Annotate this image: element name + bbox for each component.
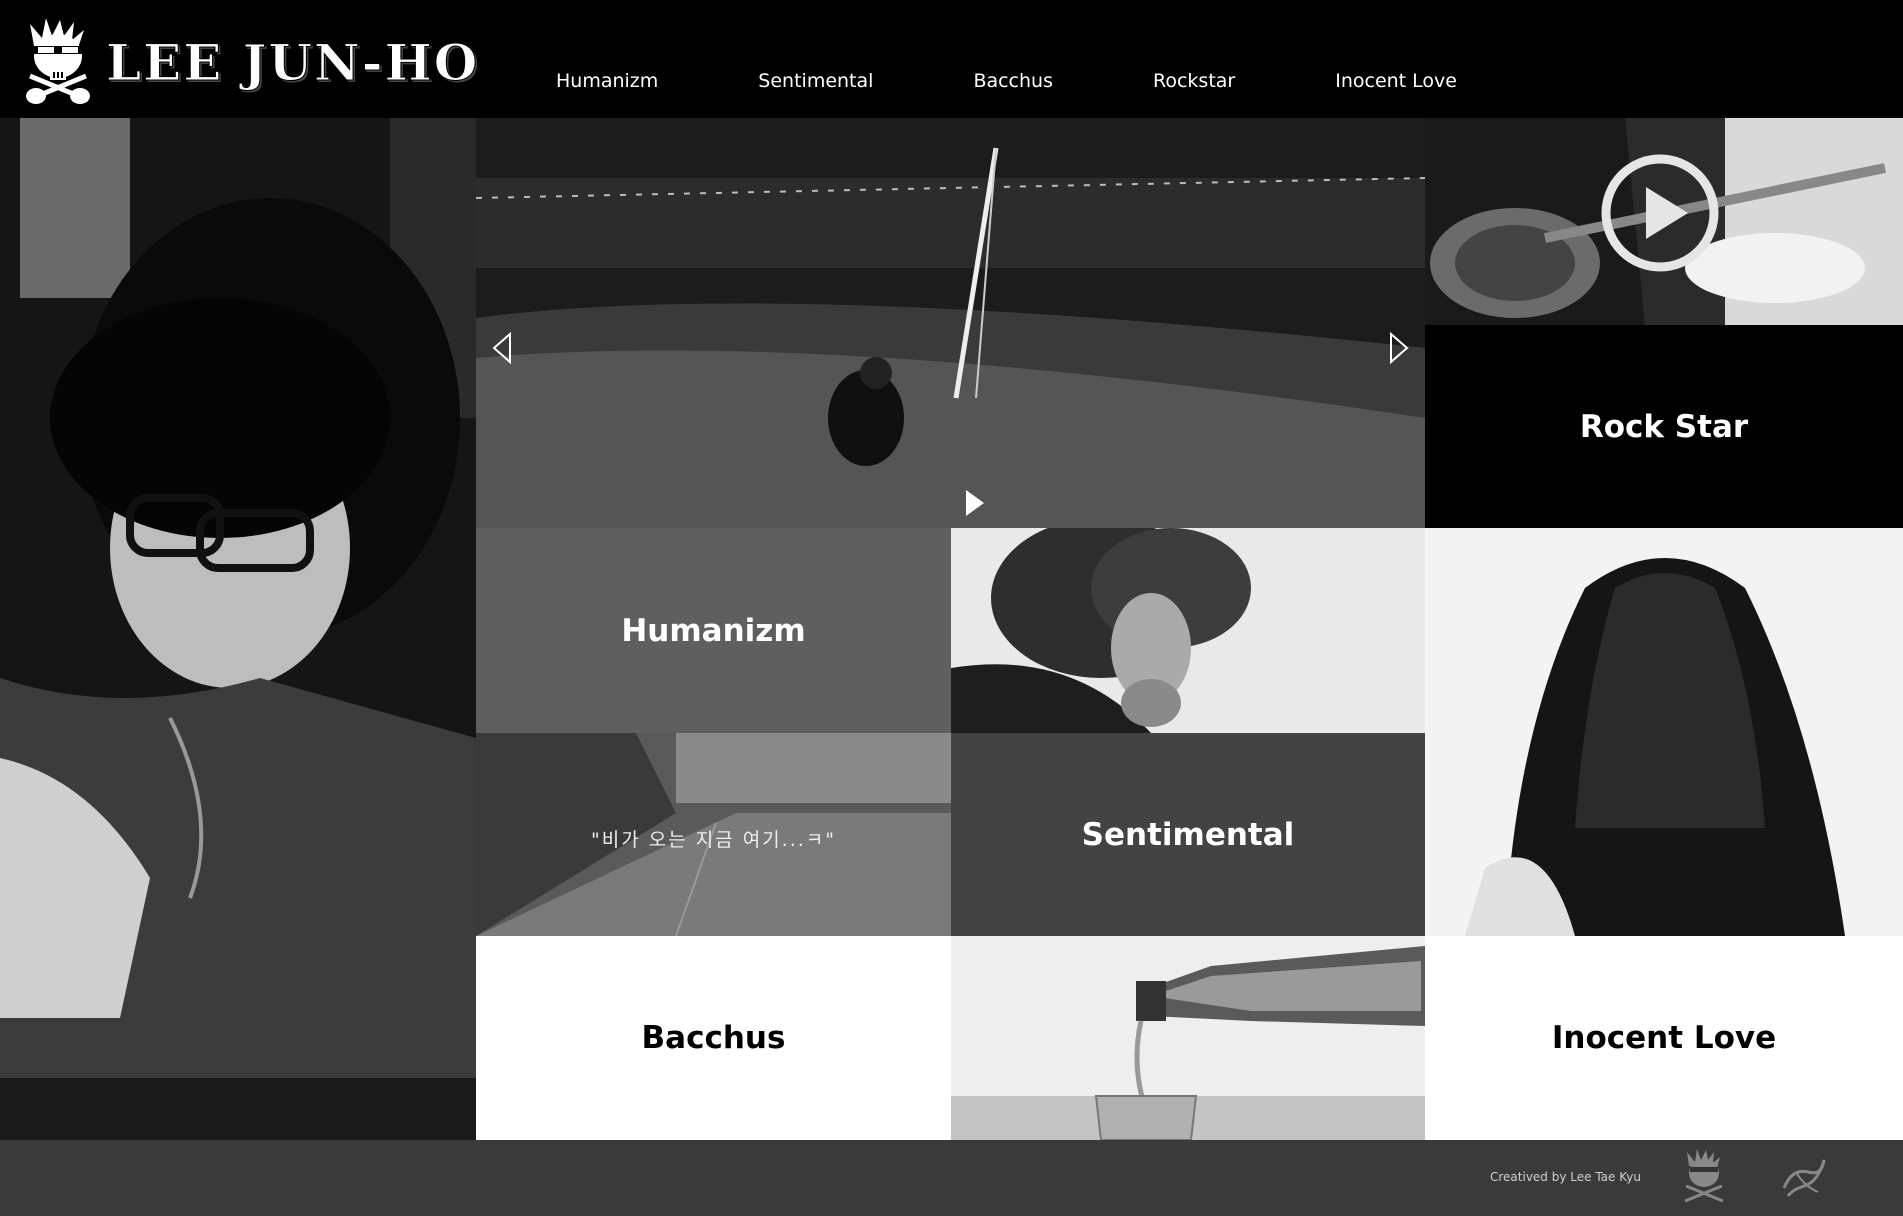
rain-caption: "비가 오는 지금 여기...ㅋ" (590, 829, 837, 851)
nav-bacchus[interactable]: Bacchus (973, 70, 1053, 92)
slider-next-button[interactable] (1385, 328, 1415, 368)
logo-title: LEE JUN-HO (105, 32, 480, 92)
portrait-photo (0, 118, 476, 1140)
rockstar-title: Rock Star (1579, 408, 1749, 445)
rockstar-tile[interactable]: Rock Star (1425, 325, 1903, 528)
nav-inocent-love[interactable]: Inocent Love (1335, 70, 1457, 92)
bacchus-tile[interactable]: Bacchus (476, 936, 951, 1140)
rain-photo[interactable]: "비가 오는 지금 여기...ㅋ" (476, 733, 951, 936)
bacchus-photo[interactable] (951, 936, 1425, 1140)
inocent-love-photo[interactable] (1425, 528, 1903, 936)
humanizm-title: Humanizm (621, 612, 806, 649)
signature-logo-icon[interactable] (1778, 1152, 1830, 1204)
humanizm-photo[interactable] (951, 528, 1425, 733)
site-logo[interactable]: LEE JUN-HO (20, 16, 479, 108)
nav-humanizm[interactable]: Humanizm (556, 70, 658, 92)
bacchus-title: Bacchus (641, 1020, 786, 1056)
nav-sentimental[interactable]: Sentimental (758, 70, 873, 92)
play-circle-icon[interactable] (1600, 153, 1720, 273)
portrait-illustration (0, 118, 476, 1140)
skull-guitar-icon (26, 18, 90, 104)
slider-image (476, 118, 1425, 528)
long-hair-photo (1425, 528, 1903, 936)
pouring-bottle-photo (951, 936, 1425, 1140)
praying-woman-photo (951, 528, 1425, 733)
slider-prev-button[interactable] (486, 328, 516, 368)
footer-credit: Creatived by Lee Tae Kyu (1490, 1170, 1641, 1184)
sentimental-tile[interactable]: Sentimental (951, 733, 1425, 936)
hero-slider[interactable] (476, 118, 1425, 528)
site-footer: Creatived by Lee Tae Kyu (0, 1140, 1903, 1216)
main-nav: Humanizm Sentimental Bacchus Rockstar In… (556, 70, 1457, 92)
rockstar-video-thumbnail[interactable] (1425, 118, 1903, 325)
humanizm-tile[interactable]: Humanizm (476, 528, 951, 733)
sentimental-title: Sentimental (1081, 816, 1295, 853)
slider-play-button[interactable] (964, 488, 986, 518)
skull-guitar-icon[interactable] (1680, 1148, 1728, 1206)
site-header: LEE JUN-HO Humanizm Sentimental Bacchus … (0, 0, 1903, 118)
nav-rockstar[interactable]: Rockstar (1153, 70, 1235, 92)
inocent-love-title: Inocent Love (1551, 1020, 1777, 1056)
inocent-love-tile[interactable]: Inocent Love (1425, 936, 1903, 1140)
